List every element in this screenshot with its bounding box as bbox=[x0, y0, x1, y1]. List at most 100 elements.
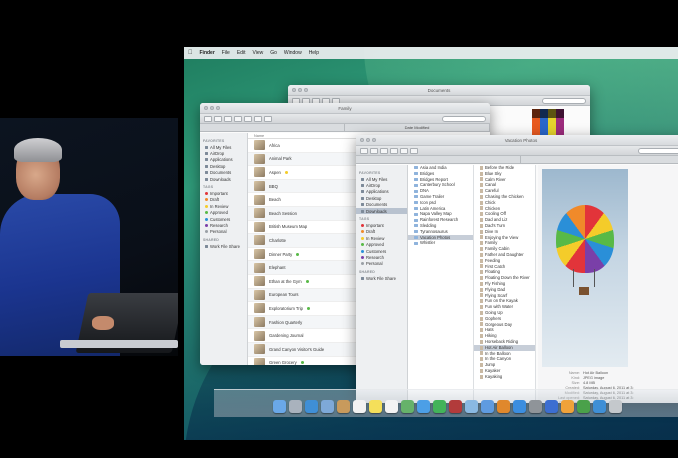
numbers-icon[interactable] bbox=[576, 400, 590, 413]
sidebar-tag-personal[interactable]: Personal bbox=[356, 261, 407, 267]
iphoto-icon[interactable] bbox=[464, 400, 478, 413]
file-tag-dot bbox=[306, 321, 309, 324]
forward-button[interactable] bbox=[370, 147, 378, 154]
arrange-button[interactable] bbox=[254, 115, 262, 122]
image-file-icon bbox=[480, 165, 483, 170]
zoom-button[interactable] bbox=[304, 88, 308, 92]
file-tag-dot bbox=[285, 198, 288, 201]
presenter-hand bbox=[92, 316, 114, 330]
file-thumbnail bbox=[254, 140, 265, 151]
view-icons-button[interactable] bbox=[224, 115, 232, 122]
sidebar-item-work-file-share[interactable]: Work File Share bbox=[200, 243, 247, 249]
back-button[interactable] bbox=[360, 147, 368, 154]
file-name: Africa bbox=[269, 142, 280, 148]
photobooth-icon[interactable] bbox=[448, 400, 462, 413]
list-item[interactable]: Kayaking bbox=[474, 374, 535, 380]
share-button[interactable] bbox=[264, 115, 272, 122]
sidebar-item-work-file-share[interactable]: Work File Share bbox=[356, 275, 407, 281]
maps-icon[interactable] bbox=[400, 400, 414, 413]
file-tag-dot bbox=[303, 293, 306, 296]
contacts-icon[interactable] bbox=[336, 400, 350, 413]
projected-screen:  Finder File Edit View Go Window Help D… bbox=[184, 47, 678, 440]
metadata-value: Hot Air Balloon bbox=[583, 371, 609, 375]
close-button[interactable] bbox=[204, 106, 208, 110]
vacation-titlebar[interactable]: Vacation Photos bbox=[356, 135, 678, 146]
image-file-icon bbox=[480, 287, 483, 292]
sidebar-tag-label: Important bbox=[366, 223, 384, 229]
image-file-icon bbox=[480, 241, 483, 246]
view-columns-button[interactable] bbox=[400, 147, 408, 154]
close-button[interactable] bbox=[292, 88, 296, 92]
list-item-label: Whistler bbox=[420, 240, 436, 246]
sidebar-item-downloads[interactable]: Downloads bbox=[356, 207, 407, 215]
back-button[interactable] bbox=[204, 115, 212, 122]
list-item[interactable]: Whistler bbox=[408, 240, 473, 246]
launchpad-icon[interactable] bbox=[288, 400, 302, 413]
mail-icon[interactable] bbox=[320, 400, 334, 413]
pages-icon[interactable] bbox=[560, 400, 574, 413]
file-thumbnail bbox=[254, 153, 265, 164]
shared-header: SHARED bbox=[359, 270, 375, 275]
minimize-button[interactable] bbox=[298, 88, 302, 92]
notes-icon[interactable] bbox=[368, 400, 382, 413]
zoom-button[interactable] bbox=[372, 138, 376, 142]
facetime-icon[interactable] bbox=[432, 400, 446, 413]
sidebar-tag-personal[interactable]: Personal bbox=[200, 229, 247, 235]
ibooks-icon[interactable] bbox=[496, 400, 510, 413]
menu-window[interactable]: Window bbox=[284, 50, 302, 56]
vacation-photos-window[interactable]: Vacation Photos FAVORITES All My Files A… bbox=[356, 135, 678, 403]
search-field[interactable] bbox=[442, 115, 486, 122]
tab-vacation-photos[interactable] bbox=[521, 156, 678, 163]
itunes-icon[interactable] bbox=[480, 400, 494, 413]
forward-button[interactable] bbox=[214, 115, 222, 122]
menu-finder[interactable]: Finder bbox=[200, 50, 215, 56]
menu-file[interactable]: File bbox=[222, 50, 230, 56]
view-list-button[interactable] bbox=[234, 115, 242, 122]
preview-image[interactable] bbox=[542, 169, 628, 367]
minimize-button[interactable] bbox=[210, 106, 214, 110]
menu-help[interactable]: Help bbox=[309, 50, 319, 56]
preferences-icon[interactable] bbox=[528, 400, 542, 413]
tab-date-modified[interactable]: Date Modified bbox=[345, 124, 490, 131]
file-thumbnail bbox=[254, 249, 265, 260]
search-field[interactable] bbox=[542, 97, 586, 104]
view-icons-button[interactable] bbox=[380, 147, 388, 154]
sidebar-item-downloads[interactable]: Downloads bbox=[200, 176, 247, 182]
tag-color-dot bbox=[205, 223, 208, 227]
menu-edit[interactable]: Edit bbox=[237, 50, 246, 56]
safari2-icon[interactable] bbox=[592, 400, 606, 413]
minimize-button[interactable] bbox=[366, 138, 370, 142]
file-name: Exploratorium Trip bbox=[269, 305, 303, 311]
menu-go[interactable]: Go bbox=[270, 50, 277, 56]
file-thumbnail bbox=[254, 357, 265, 365]
trash-icon[interactable] bbox=[608, 400, 622, 413]
safari-icon[interactable] bbox=[304, 400, 318, 413]
tab-family[interactable] bbox=[200, 124, 345, 131]
view-columns-button[interactable] bbox=[244, 115, 252, 122]
menu-view[interactable]: View bbox=[252, 50, 263, 56]
zoom-button[interactable] bbox=[216, 106, 220, 110]
folder-icon bbox=[414, 172, 418, 176]
file-tag-dot bbox=[328, 348, 331, 351]
reminders-icon[interactable] bbox=[384, 400, 398, 413]
folder-icon bbox=[414, 218, 418, 222]
tab-downloads[interactable] bbox=[356, 156, 521, 163]
appstore-icon[interactable] bbox=[512, 400, 526, 413]
finder-icon[interactable] bbox=[272, 400, 286, 413]
arrange-button[interactable] bbox=[410, 147, 418, 154]
server-icon bbox=[205, 244, 208, 248]
view-list-button[interactable] bbox=[390, 147, 398, 154]
family-titlebar[interactable]: Family bbox=[200, 103, 490, 114]
file-name: Elephant bbox=[269, 265, 286, 271]
documents-titlebar[interactable]: Documents bbox=[288, 85, 590, 96]
tag-color-dot bbox=[361, 230, 364, 234]
keynote-icon[interactable] bbox=[544, 400, 558, 413]
calendar-icon[interactable] bbox=[352, 400, 366, 413]
search-field[interactable] bbox=[638, 147, 678, 154]
close-button[interactable] bbox=[360, 138, 364, 142]
messages-icon[interactable] bbox=[416, 400, 430, 413]
folder-icon bbox=[414, 166, 418, 170]
balloon-basket bbox=[579, 287, 589, 295]
apple-menu-icon[interactable]:  bbox=[188, 50, 193, 56]
image-file-icon bbox=[480, 293, 483, 298]
